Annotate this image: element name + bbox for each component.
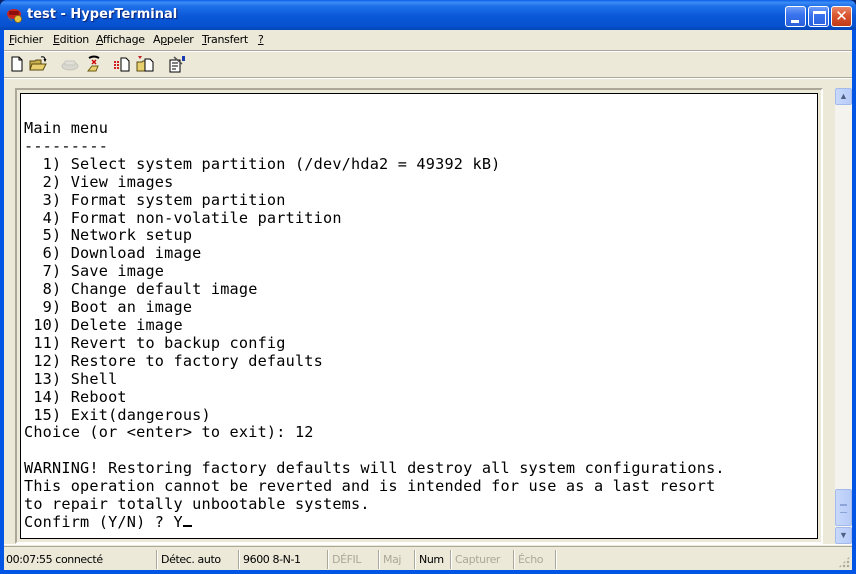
terminal-line: 7) Save image xyxy=(24,262,165,281)
menu-affichage-mnemonic: A xyxy=(96,33,103,46)
chevron-up-icon: ▲ xyxy=(839,91,848,101)
terminal-line: This operation cannot be reverted and is… xyxy=(24,477,716,496)
terminal-line: 5) Network setup xyxy=(24,226,193,245)
terminal-line: Choice (or <enter> to exit): 12 xyxy=(24,423,314,442)
menu-appeler-mnemonic: p xyxy=(160,33,167,46)
status-scroll-lock: DÉFIL xyxy=(330,550,379,569)
new-document-button[interactable] xyxy=(7,54,27,74)
menu-transfert-rest: ransfert xyxy=(206,33,248,46)
title-bar[interactable]: test - HyperTerminal ✕ xyxy=(0,0,856,30)
menu-help[interactable]: ? xyxy=(258,33,264,46)
toolbar xyxy=(4,52,852,76)
menu-help-label: ? xyxy=(258,33,264,46)
menu-bar: Fichier Edition Affichage Appeler Transf… xyxy=(4,30,852,49)
status-connection: 00:07:55 connecté xyxy=(4,550,157,569)
call-button[interactable] xyxy=(60,54,80,74)
scroll-down-button[interactable]: ▼ xyxy=(835,527,852,544)
open-folder-button[interactable] xyxy=(28,54,48,74)
toolbar-separator xyxy=(4,77,852,79)
minimize-button[interactable] xyxy=(785,6,806,27)
status-caps-lock: Maj xyxy=(381,550,415,569)
terminal-line: 14) Reboot xyxy=(24,387,127,406)
menu-affichage[interactable]: Affichage xyxy=(96,33,145,46)
terminal-line: 6) Download image xyxy=(24,244,202,263)
receive-file-button[interactable] xyxy=(135,54,155,74)
menu-fichier-rest: ichier xyxy=(14,33,43,46)
terminal-screen[interactable]: Main menu --------- 1) Select system part… xyxy=(20,93,818,539)
chevron-down-icon: ▼ xyxy=(839,530,848,540)
terminal-line: WARNING! Restoring factory defaults will… xyxy=(24,459,725,478)
menu-edition[interactable]: Edition xyxy=(53,33,89,46)
close-icon: ✕ xyxy=(835,7,848,25)
menu-transfert[interactable]: Transfert xyxy=(202,33,248,46)
terminal-line: 10) Delete image xyxy=(24,315,183,334)
hyperterminal-window: test - HyperTerminal ✕ Fichier Edition A… xyxy=(0,0,856,574)
terminal-line: 15) Exit(dangerous) xyxy=(24,405,211,424)
window-title: test - HyperTerminal xyxy=(27,7,178,22)
terminal-cursor xyxy=(182,524,192,527)
close-button[interactable]: ✕ xyxy=(831,6,852,27)
terminal-line: 3) Format system partition xyxy=(24,190,286,209)
window-client-area: Fichier Edition Affichage Appeler Transf… xyxy=(4,30,852,570)
menu-edition-rest: dition xyxy=(59,33,90,46)
resize-grip[interactable] xyxy=(838,556,850,568)
terminal-line: 1) Select system partition (/dev/hda2 = … xyxy=(24,154,501,173)
terminal-line: 2) View images xyxy=(24,172,174,191)
status-echo: Écho xyxy=(516,550,556,569)
status-capture: Capturer xyxy=(453,550,514,569)
terminal-line: 11) Revert to backup config xyxy=(24,333,286,352)
status-port-settings: 9600 8-N-1 xyxy=(241,550,328,569)
menu-fichier[interactable]: Fichier xyxy=(9,33,43,46)
terminal-line: 12) Restore to factory defaults xyxy=(24,351,323,370)
hyperterminal-app-icon[interactable] xyxy=(6,7,23,23)
send-file-button[interactable] xyxy=(112,54,132,74)
terminal-line: 8) Change default image xyxy=(24,280,258,299)
terminal-line: 4) Format non-volatile partition xyxy=(24,208,342,227)
menu-edition-mnemonic: E xyxy=(53,33,60,46)
menu-appeler[interactable]: Appeler xyxy=(153,33,194,46)
terminal-prompt-line: Confirm (Y/N) ? Y xyxy=(24,512,725,532)
status-num-lock: Num xyxy=(417,550,451,569)
status-bar: 00:07:55 connecté Détec. auto 9600 8-N-1… xyxy=(4,548,852,570)
terminal-frame: Main menu --------- 1) Select system part… xyxy=(15,88,823,544)
terminal-line: to repair totally unbootable systems. xyxy=(24,495,370,514)
terminal-line: Main menu xyxy=(24,119,109,137)
scroll-thumb[interactable] xyxy=(835,489,852,526)
status-separator xyxy=(4,544,852,547)
status-detection: Détec. auto xyxy=(159,550,239,569)
maximize-button[interactable] xyxy=(808,6,829,27)
scroll-up-button[interactable]: ▲ xyxy=(835,88,852,105)
disconnect-button[interactable] xyxy=(84,54,104,74)
menu-appeler-rest: peler xyxy=(166,33,194,46)
menu-affichage-rest: ffichage xyxy=(102,33,145,46)
terminal-prompt: Confirm (Y/N) ? Y xyxy=(24,512,183,531)
terminal-line: 13) Shell xyxy=(24,369,118,388)
vertical-scrollbar[interactable]: ▲ ▼ xyxy=(835,88,852,544)
properties-button[interactable] xyxy=(167,54,187,74)
terminal-line: 9) Boot an image xyxy=(24,298,193,317)
terminal-output: Main menu --------- 1) Select system part… xyxy=(24,119,725,532)
terminal-line: --------- xyxy=(24,136,109,155)
